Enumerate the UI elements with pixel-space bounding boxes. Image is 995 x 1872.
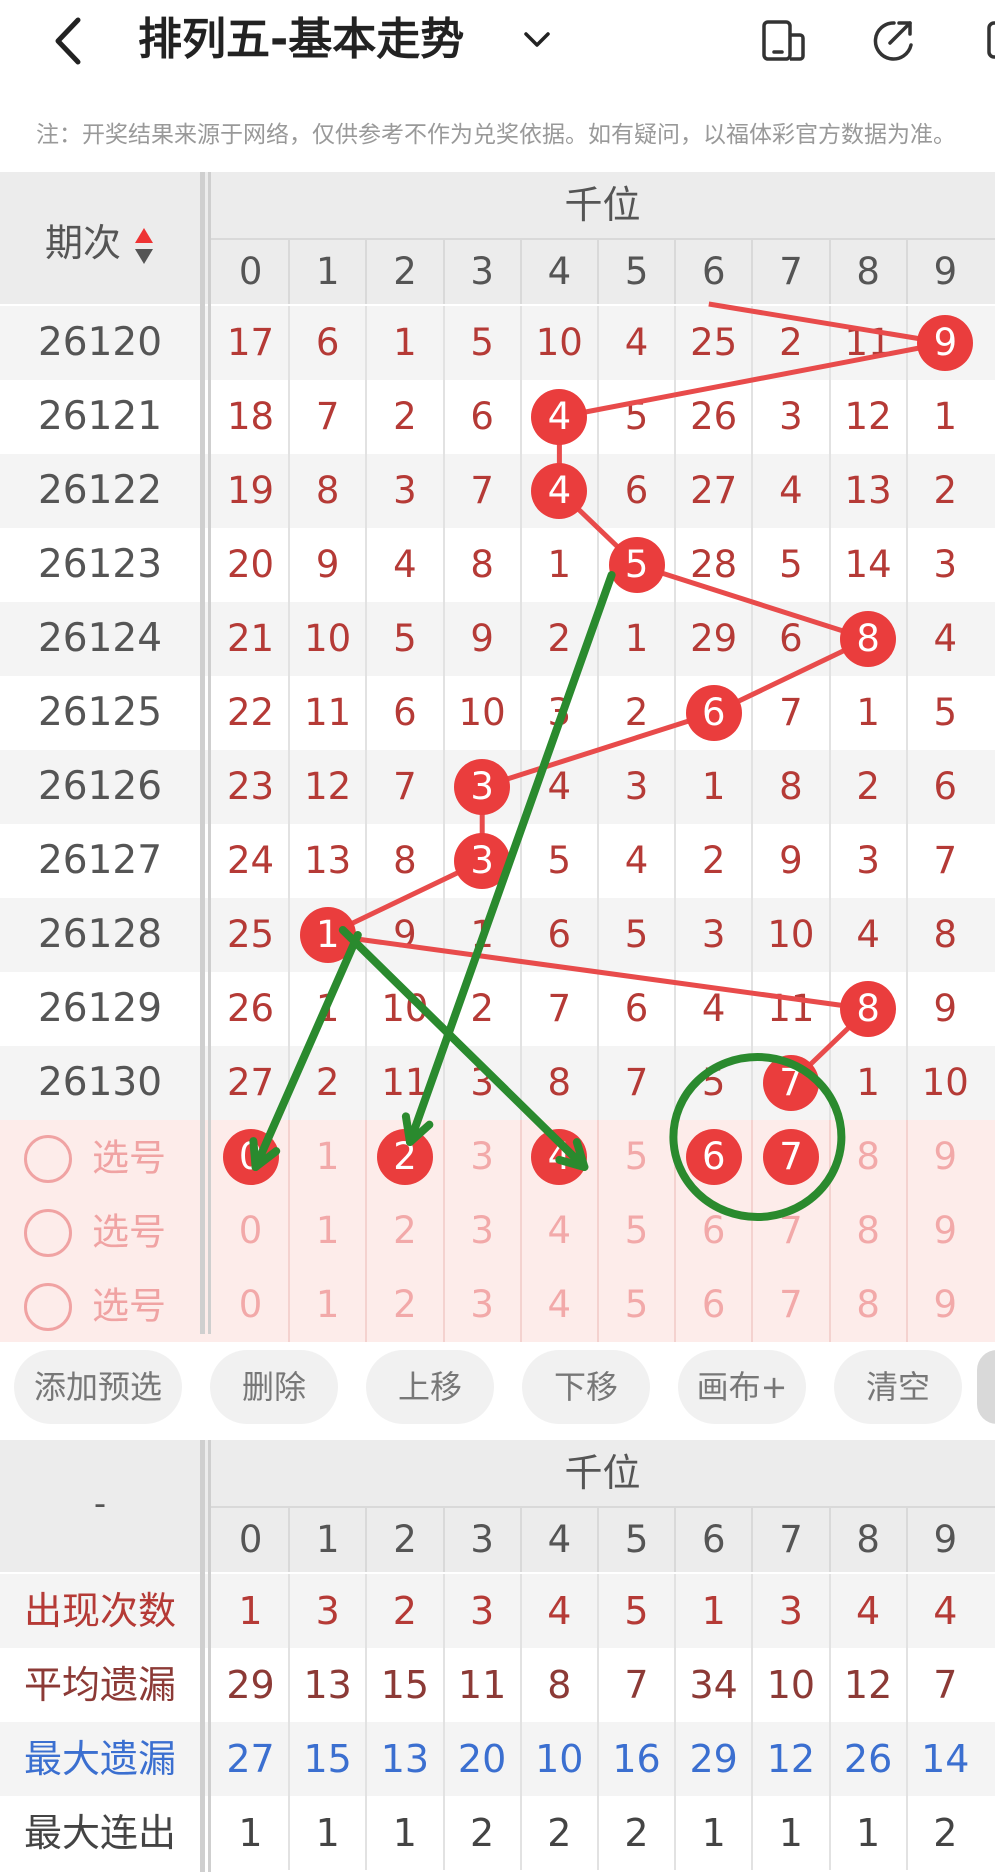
stats-value: 5 [624,1589,649,1633]
column-divider [674,1508,677,1572]
stats-value: 13 [303,1663,352,1707]
title-dropdown-button[interactable] [520,22,554,56]
stats-value: 1 [238,1589,263,1633]
stats-value: 11 [457,1663,507,1707]
stats-value: 12 [843,1663,893,1707]
stats-value: 15 [303,1737,352,1781]
column-divider [288,1508,291,1572]
stats-group-title: 千位 [564,1451,641,1495]
stats-value: 1 [701,1589,726,1633]
left-divider [200,172,205,1334]
column-divider [751,1508,754,1572]
column-divider [365,1508,368,1572]
device-button[interactable] [760,17,806,63]
stats-value: 7 [933,1663,958,1707]
stats-value: 4 [547,1589,572,1633]
stats-row-label: 出现次数 [23,1589,176,1633]
column-divider [597,1508,599,1572]
disclaimer-notice: 注：开奖结果来源于网络，仅供参考不作为兑奖依据。如有疑问，以福体彩官方数据为准。 [36,122,956,148]
column-divider [519,1508,522,1572]
stats-value: 12 [766,1737,816,1781]
left-divider-inner [208,1440,211,1872]
stats-value: 26 [843,1737,893,1781]
stats-value: 10 [766,1663,816,1707]
column-divider [442,1508,445,1572]
stats-header-digit-2: 2 [393,1518,417,1561]
toolbar-button-5[interactable]: 清空 [834,1350,962,1424]
stats-header-digit-4: 4 [547,1518,572,1561]
stats-value: 1 [392,1811,417,1855]
share-button[interactable] [870,17,916,63]
stats-value: 1 [315,1811,340,1855]
annotation-layer [249,571,846,1221]
chevron-down-icon [524,32,550,47]
stats-value: 29 [689,1737,738,1781]
stats-row-label: 平均遗漏 [23,1663,176,1707]
stats-header-digit-0: 0 [238,1518,263,1561]
toolbar-button-4[interactable]: 画布+ [678,1350,806,1424]
stats-header-digit-9: 9 [933,1518,958,1561]
stats-header-digit-8: 8 [856,1518,880,1561]
left-divider-inner [208,172,211,1334]
stats-corner-label: - [93,1484,107,1524]
stats-value: 4 [933,1589,958,1633]
stats-value: 1 [238,1811,263,1855]
toolbar-button-1[interactable]: 删除 [210,1350,338,1424]
chevron-left-icon [55,17,81,65]
stats-row-label: 最大遗漏 [23,1737,176,1781]
stats-value: 2 [470,1811,495,1855]
stats-value: 3 [315,1589,340,1633]
stats-value: 27 [226,1737,275,1781]
stats-header-digit-6: 6 [702,1518,726,1561]
annotation-arrow-line [338,926,589,1171]
stats-value: 1 [778,1811,803,1855]
stats-value: 2 [392,1589,417,1633]
stats-value: 4 [856,1589,881,1633]
column-divider [905,1508,908,1572]
device-icon [762,20,805,61]
more-button[interactable] [985,17,995,63]
annotation-arrow-line [251,931,362,1171]
app-header: 排列五-基本走势 [0,0,995,90]
page-title[interactable]: 排列五-基本走势 [138,10,464,70]
stats-value: 2 [933,1811,958,1855]
stats-value: 16 [612,1737,661,1781]
stats-value: 14 [921,1737,970,1781]
stats-value: 29 [226,1663,275,1707]
toolbar-button-3[interactable]: 下移 [522,1350,650,1424]
stats-value: 10 [535,1737,584,1781]
left-divider [200,1440,205,1872]
back-button[interactable] [50,16,90,66]
toolbar-button-0[interactable]: 添加预选 [14,1350,182,1424]
stats-value: 2 [547,1811,572,1855]
stats-row-label: 最大连出 [23,1811,176,1855]
stats-header-digit-5: 5 [624,1518,649,1561]
stats-value: 8 [547,1663,572,1707]
column-divider [828,1508,831,1572]
stats-value: 1 [701,1811,726,1855]
stats-value: 3 [470,1589,495,1633]
toolbar-button-2[interactable]: 上移 [366,1350,494,1424]
stats-value: 3 [778,1589,803,1633]
stats-value: 1 [856,1811,881,1855]
stats-value: 7 [624,1663,649,1707]
stats-value: 15 [380,1663,430,1707]
annotation-circle [669,1053,846,1221]
toolbar-overflow-button[interactable] [977,1350,995,1424]
stats-header-digit-1: 1 [316,1518,340,1561]
stats-table: - 千位 0123456789 出现次数 1 3 2 3 4 5 1 3 4 4 平均遗漏 29 13 15… [0,1440,995,1872]
annotation-arrow-line [406,571,616,1146]
stats-header-digit-3: 3 [470,1518,494,1561]
stats-header-digit-7: 7 [779,1518,803,1561]
more-icon [987,21,995,59]
stats-value: 13 [380,1737,430,1781]
stats-value: 34 [689,1663,738,1707]
stats-value: 2 [624,1811,649,1855]
share-icon [873,21,913,61]
trend-table: 期次 千位 0123456789 26120 17 6 1 5 10 4 25 2 11 26121… [0,172,995,1342]
stats-value: 20 [457,1737,507,1781]
